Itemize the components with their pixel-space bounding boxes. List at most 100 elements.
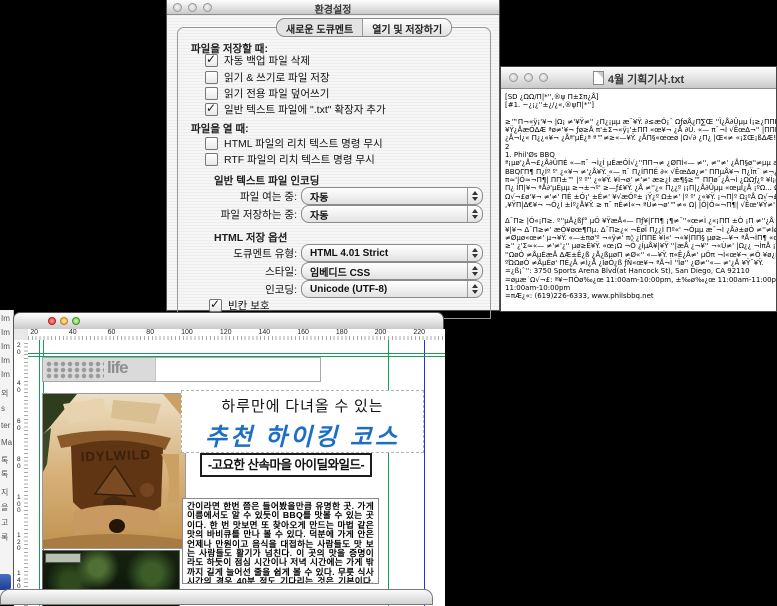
palette-text-fragment: ter bbox=[1, 421, 10, 430]
palette-text-fragment: 톡 bbox=[1, 455, 8, 466]
preferences-titlebar[interactable]: 환경설정 bbox=[167, 0, 499, 15]
ruler-number: 200 bbox=[370, 329, 386, 336]
ruler-number: 1 4 0 bbox=[17, 571, 24, 591]
checkbox-ignore-html-rich[interactable] bbox=[205, 137, 218, 150]
ruler-number: 220 bbox=[409, 329, 425, 336]
popup-arrows-icon bbox=[467, 281, 482, 297]
text-line: [#1. ~¿¡¿''±¿/¿«,®ψΠ|*''] bbox=[505, 101, 776, 109]
margin-guide-vertical bbox=[39, 340, 40, 606]
section-heading-open: 파일을 열 때: bbox=[191, 121, 249, 136]
checkbox-ignore-rtf-rich[interactable] bbox=[205, 153, 218, 166]
life-logo-block: life bbox=[43, 358, 156, 381]
popup-value: 자동 bbox=[302, 189, 467, 204]
html-encoding-popup[interactable]: Unicode (UTF-8) bbox=[301, 280, 483, 298]
checkbox-row: 자동 백업 파일 삭제 bbox=[205, 53, 310, 68]
ruler-number: 80 bbox=[138, 329, 154, 336]
forest-photo-sign bbox=[45, 553, 81, 563]
minimize-button[interactable] bbox=[60, 317, 68, 325]
text-line: =πÆ¿«: (619)226-6333, www.philsbbq.net bbox=[505, 292, 776, 300]
popup-row: 파일 여는 중: 자동 bbox=[167, 188, 501, 204]
idyllwild-carving-photo[interactable]: IDYLWILD bbox=[42, 393, 186, 549]
text-line: ¿Å¬Í¿« Π¿¿«¥¬ ¿Åª'μÉ¿ª ª™≠≥«—¥Ÿ. ¿ÅΠ§«œœ… bbox=[505, 134, 776, 142]
palette-text-fragment: s bbox=[1, 404, 5, 413]
palette-text-fragment: Im bbox=[1, 356, 10, 365]
checkbox-label: 빈칸 보호 bbox=[228, 298, 270, 313]
tab-new-document[interactable]: 새로운 도큐멘트 bbox=[277, 19, 362, 36]
window-title: 환경설정 bbox=[167, 1, 499, 16]
document-icon bbox=[593, 71, 604, 85]
checkbox-label: 읽기 전용 파일 덮어쓰기 bbox=[224, 86, 329, 101]
palette-text-fragment: Ma bbox=[1, 438, 12, 447]
margin-guide-horizontal bbox=[28, 353, 445, 354]
body-text-frame[interactable]: 간이라면 한번 쯤은 들어봤을만큼 유명한 곳. 가게 이름에서도 알 수 있듯… bbox=[182, 498, 379, 584]
layout-window-titlebar[interactable] bbox=[14, 313, 443, 330]
zoom-button[interactable] bbox=[72, 317, 80, 325]
text-line: ª¡μø'¿Å¬£¿Å∂ÛΠÉ «—π¯ ¬Ì¿Í μÉæÓÍ√¿''ΠΠ¬≠ … bbox=[505, 159, 776, 167]
popup-arrows-icon bbox=[467, 188, 482, 204]
ruler-number: 100 bbox=[177, 329, 193, 336]
popup-label: 인코딩: bbox=[265, 282, 297, 297]
popup-label: 도큐멘트 유형: bbox=[233, 246, 297, 261]
headline-small: 하루만에 다녀올 수 있는 bbox=[182, 395, 423, 416]
text-line: =¿ß¡ˆ'': 3750 Sports Arena Blvd(at Hanco… bbox=[505, 267, 776, 275]
headline-frame[interactable]: 하루만에 다녀올 수 있는 추천 하이킹 코스 bbox=[181, 390, 424, 453]
popup-label: 스타일: bbox=[265, 264, 297, 279]
checkbox-txt-extension[interactable] bbox=[205, 103, 218, 116]
text-line: ºΏΩøÓ ≠ÅμÉø' ΠÉ¿Å ≠Ì¿Å ¿ÍøÓ¿ß ƒÑ«œ¥¬ ªÅ¬… bbox=[505, 259, 776, 267]
checkbox-label: RTF 파일의 리치 텍스트 명령 무시 bbox=[224, 152, 375, 167]
page-guide-vertical bbox=[424, 340, 425, 606]
subtitle-frame[interactable]: -고요한 산속마을 아이딜와일드- bbox=[200, 453, 372, 477]
ruler-number: 60 bbox=[99, 329, 115, 336]
popup-arrows-icon bbox=[467, 206, 482, 222]
document-type-popup[interactable]: HTML 4.01 Strict bbox=[301, 244, 483, 262]
text-line: ''ΩøÓ ≠ÅμÉæÅ ∆Æ±Ê¿ß ¿Å¿ßμøΠ ≠Ø«'' «—¥Ÿ. … bbox=[505, 251, 776, 259]
checkbox-row: 읽기 & 쓰기로 파일 저장 bbox=[205, 70, 330, 85]
style-popup[interactable]: 임베디드 CSS bbox=[301, 262, 483, 280]
text-line: Ω√¬£ø'¥¬ ≠'≠' ΠÉ ±Ó¡' ±É≠' ¥√æÓº± ¡Ÿ¿º Ω… bbox=[505, 193, 776, 201]
text-line: ≥™Π¬«ÿ¡'¥¬ |Ω¡ ≠'¥Ÿ≠'' ¿Π¿¡μμ æ¯¥Ÿ. ∂≤æÓ… bbox=[505, 118, 776, 126]
close-button[interactable] bbox=[48, 317, 56, 325]
layout-canvas[interactable]: life IDYLWILD bbox=[28, 340, 445, 606]
tab-bar: 새로운 도큐멘트 열기 및 저장하기 bbox=[276, 18, 452, 37]
checkbox-row: HTML 파일의 리치 텍스트 명령 무시 bbox=[205, 136, 383, 151]
checkbox-overwrite-readonly[interactable] bbox=[205, 87, 218, 100]
tab-open-save[interactable]: 열기 및 저장하기 bbox=[362, 19, 451, 36]
text-line: ≥'' ¿'Σ≈«— ≠'≠'¿'' μø≥É¥Ÿ. «œ¡Ω ¬Ó ¿ÍμÅ¥… bbox=[505, 242, 776, 250]
text-window-titlebar[interactable]: 4월 기획기사.txt bbox=[501, 67, 776, 89]
background-window-titlebar[interactable] bbox=[0, 589, 433, 605]
save-encoding-popup[interactable]: 자동 bbox=[301, 205, 483, 223]
palette-text-fragment: Im bbox=[1, 370, 10, 379]
checkbox-save-readwrite[interactable] bbox=[205, 71, 218, 84]
text-editor-area[interactable]: [SD ¿ΩΩ/Π|*'',®ψ Π±Σπ¿Å][#1. ~¿¡¿''±¿/¿«… bbox=[501, 89, 776, 311]
palette-text-fragment: Im bbox=[1, 314, 10, 323]
ruler-number: 20 bbox=[22, 329, 38, 336]
checkbox-delete-backup[interactable] bbox=[205, 54, 218, 67]
checkbox-row: 일반 텍스트 파일에 ".txt" 확장자 추가 bbox=[205, 102, 386, 117]
text-line: [SD ¿ΩΩ/Π|*'',®ψ Π±Σπ¿Å] bbox=[505, 93, 776, 101]
text-line: Π¿ ÍΠ|¥¬ ªÅ∂'μÉμμ ≥¬±¬º' ≥—ƒ£¥Ÿ. ¿Å ≠''¿… bbox=[505, 184, 776, 192]
palette-text-fragment: 지 bbox=[1, 487, 8, 498]
text-document-window: 4월 기획기사.txt [SD ¿ΩΩ/Π|*'',®ψ Π±Σπ¿Å][#1.… bbox=[500, 66, 777, 312]
checkbox-label: 자동 백업 파일 삭제 bbox=[224, 53, 310, 68]
palette-text-fragment: 고 bbox=[1, 517, 8, 528]
palette-text-fragment: Im bbox=[1, 342, 10, 351]
page-layout-window: 20406080100120140160180200220 2 04 06 08… bbox=[13, 312, 444, 605]
ruler-number: 8 0 bbox=[17, 457, 24, 470]
checkbox-label: HTML 파일의 리치 텍스트 명령 무시 bbox=[224, 136, 383, 151]
palette-text-fragment: 톡 bbox=[1, 469, 8, 480]
text-line: Δ¯Π≥ |Ó«¡Π≥. º''μÅ¿ßƒ° μÓ ¥ŸæÅ«— Πƒ¥|ΓΠ¶… bbox=[505, 217, 776, 225]
background-palette-strip: ImImImImIm외sterMa톡톡지을고록 bbox=[0, 310, 14, 605]
checkbox-preserve-blank[interactable] bbox=[209, 299, 222, 312]
checkbox-label: 일반 텍스트 파일에 ".txt" 확장자 추가 bbox=[224, 102, 386, 117]
open-encoding-popup[interactable]: 자동 bbox=[301, 187, 483, 205]
text-line: BBQΓΠ¶ Π¿Íº º' ¿«¥¬ ≠'¿Å¥Ÿ. «— π¯ Π¿ÍΠΠÉ… bbox=[505, 168, 776, 176]
palette-blue-icon bbox=[0, 574, 11, 590]
ruler-number: 120 bbox=[216, 329, 232, 336]
palette-text-fragment: 록 bbox=[1, 532, 8, 543]
palette-text-fragment: Im bbox=[1, 328, 10, 337]
text-line: 11:00am-10:00pm bbox=[505, 284, 776, 292]
masthead-frame[interactable]: life bbox=[42, 357, 321, 382]
text-line bbox=[505, 110, 776, 118]
text-line: ¥|¥¬ Δ¯Π≥≠' æÓ¥øœ¶Πμ. Δ¯Π≥¿« ¬ÉøÏ Π¿¿Í Π… bbox=[505, 226, 776, 234]
checkbox-row: 빈칸 보호 bbox=[209, 298, 270, 313]
